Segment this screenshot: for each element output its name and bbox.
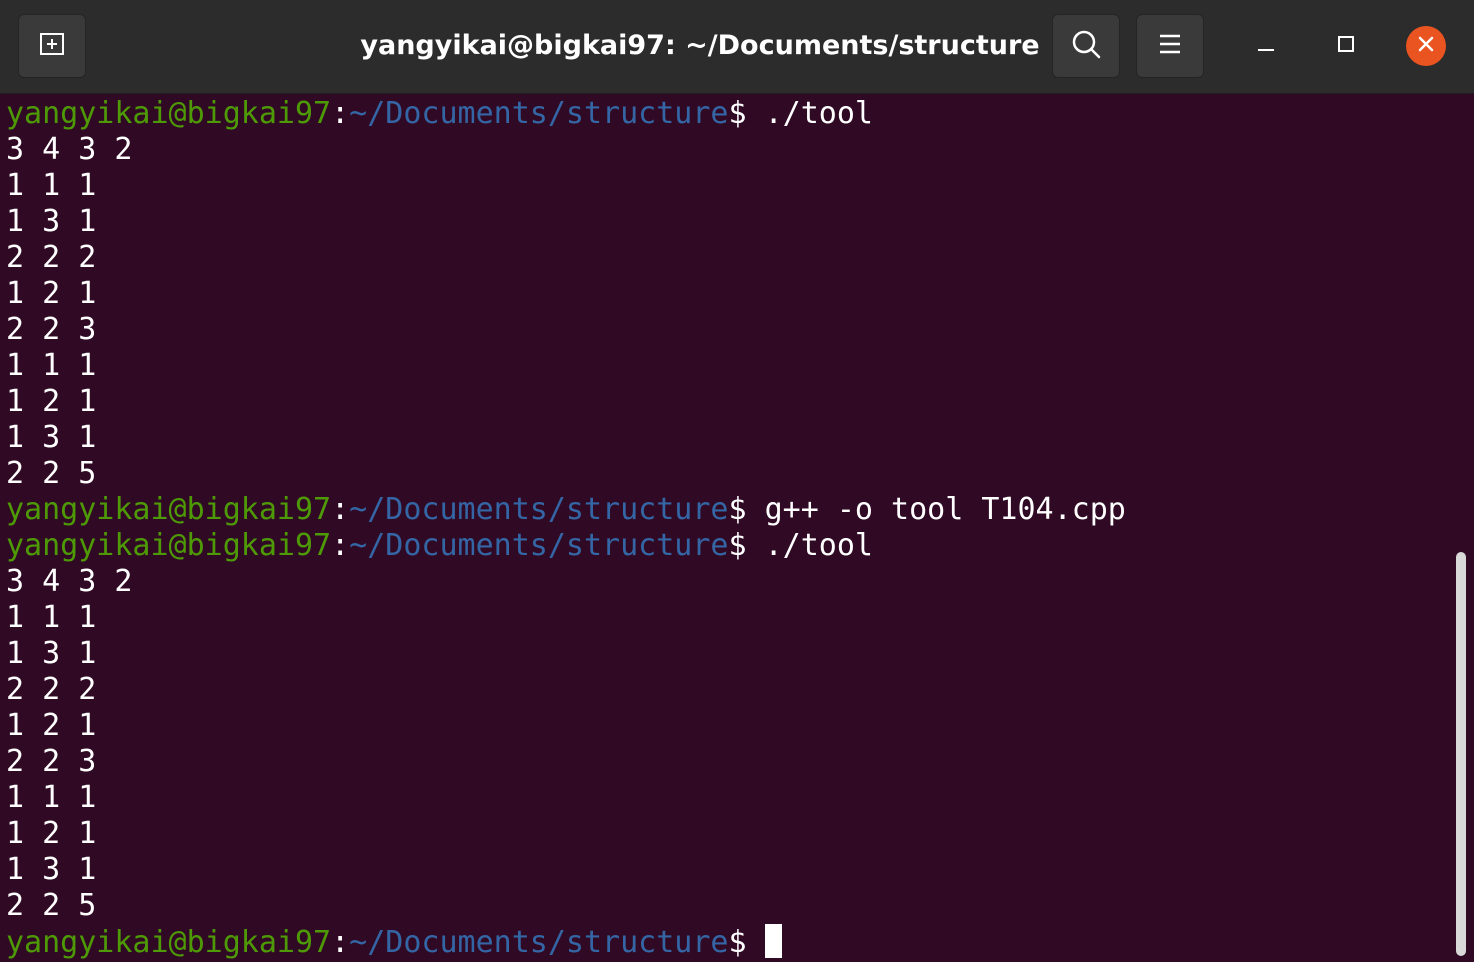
prompt-user: yangyikai@bigkai97 bbox=[6, 492, 332, 527]
window-title: yangyikai@bigkai97: ~/Documents/structur… bbox=[360, 30, 1040, 61]
minimize-icon bbox=[1256, 34, 1276, 59]
command-text: ./tool bbox=[746, 96, 873, 131]
close-icon bbox=[1416, 34, 1436, 59]
prompt-dollar: $ bbox=[728, 96, 747, 131]
output-line: 2 2 3 bbox=[6, 744, 97, 779]
output-line: 1 2 1 bbox=[6, 708, 97, 743]
prompt-colon: : bbox=[331, 96, 350, 131]
output-line: 1 1 1 bbox=[6, 168, 97, 203]
output-line: 1 1 1 bbox=[6, 348, 97, 383]
close-button[interactable] bbox=[1406, 26, 1446, 66]
prompt-line: yangyikai@bigkai97:~/Documents/structure… bbox=[6, 924, 1454, 960]
prompt-user: yangyikai@bigkai97 bbox=[6, 528, 332, 563]
prompt-colon: : bbox=[331, 492, 350, 527]
output-line: 2 2 3 bbox=[6, 312, 97, 347]
output-line: 2 2 2 bbox=[6, 672, 97, 707]
output-line: 3 4 3 2 bbox=[6, 564, 133, 599]
output-line: 1 2 1 bbox=[6, 276, 97, 311]
search-button[interactable] bbox=[1052, 14, 1120, 78]
command-text: g++ -o tool T104.cpp bbox=[746, 492, 1126, 527]
output-line: 1 3 1 bbox=[6, 636, 97, 671]
scrollbar[interactable] bbox=[1456, 552, 1466, 956]
search-icon bbox=[1070, 28, 1102, 65]
output-line: 1 1 1 bbox=[6, 780, 97, 815]
prompt-dollar: $ bbox=[728, 492, 747, 527]
minimize-button[interactable] bbox=[1246, 26, 1286, 66]
output-line: 2 2 5 bbox=[6, 888, 97, 923]
prompt-user: yangyikai@bigkai97 bbox=[6, 96, 332, 131]
prompt-path: ~/Documents/structure bbox=[349, 492, 729, 527]
prompt-line: yangyikai@bigkai97:~/Documents/structure… bbox=[6, 96, 1454, 132]
prompt-dollar: $ bbox=[728, 528, 747, 563]
prompt-path: ~/Documents/structure bbox=[349, 528, 729, 563]
header-bar: yangyikai@bigkai97: ~/Documents/structur… bbox=[0, 0, 1474, 94]
output-line: 1 3 1 bbox=[6, 420, 97, 455]
output-line: 1 2 1 bbox=[6, 816, 97, 851]
output-line: 1 1 1 bbox=[6, 600, 97, 635]
prompt-user: yangyikai@bigkai97 bbox=[6, 925, 332, 960]
terminal-output[interactable]: yangyikai@bigkai97:~/Documents/structure… bbox=[6, 96, 1454, 962]
output-line: 2 2 2 bbox=[6, 240, 97, 275]
command-text: ./tool bbox=[746, 528, 873, 563]
prompt-colon: : bbox=[331, 925, 350, 960]
maximize-button[interactable] bbox=[1326, 26, 1366, 66]
prompt-path: ~/Documents/structure bbox=[349, 96, 729, 131]
maximize-icon bbox=[1336, 34, 1356, 59]
terminal-window: yangyikai@bigkai97: ~/Documents/structur… bbox=[0, 0, 1474, 962]
prompt-line: yangyikai@bigkai97:~/Documents/structure… bbox=[6, 528, 1454, 564]
output-line: 1 2 1 bbox=[6, 384, 97, 419]
prompt-path: ~/Documents/structure bbox=[349, 925, 729, 960]
hamburger-menu-icon bbox=[1157, 32, 1183, 61]
text-cursor bbox=[764, 924, 782, 958]
prompt-colon: : bbox=[331, 528, 350, 563]
output-line: 1 3 1 bbox=[6, 852, 97, 887]
prompt-dollar: $ bbox=[728, 925, 747, 960]
prompt-line: yangyikai@bigkai97:~/Documents/structure… bbox=[6, 492, 1454, 528]
command-text bbox=[747, 925, 765, 960]
menu-button[interactable] bbox=[1136, 14, 1204, 78]
output-line: 2 2 5 bbox=[6, 456, 97, 491]
output-line: 3 4 3 2 bbox=[6, 132, 133, 167]
output-line: 1 3 1 bbox=[6, 204, 97, 239]
new-tab-button[interactable] bbox=[18, 14, 86, 78]
new-tab-icon bbox=[37, 30, 67, 63]
